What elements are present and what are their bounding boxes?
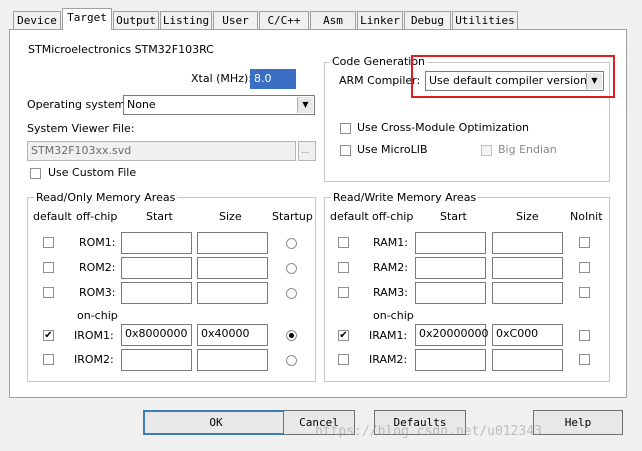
irom1-size-input[interactable]: 0x40000: [197, 324, 268, 346]
ro-header-default: default: [33, 210, 72, 223]
microlib-checkbox[interactable]: [340, 145, 351, 156]
device-name: STMicroelectronics STM32F103RC: [28, 43, 214, 56]
svd-input[interactable]: STM32F103xx.svd: [27, 141, 296, 161]
ok-button[interactable]: OK: [143, 410, 289, 435]
rom2-label: ROM2:: [79, 261, 116, 274]
microlib-label: Use MicroLIB: [357, 143, 428, 156]
os-label: Operating system:: [27, 98, 129, 111]
chevron-down-icon[interactable]: ▼: [297, 97, 313, 113]
irom2-startup-radio[interactable]: [286, 355, 297, 366]
cross-module-label: Use Cross-Module Optimization: [357, 121, 530, 134]
use-custom-file-label: Use Custom File: [48, 166, 137, 179]
rom1-size-input[interactable]: [197, 232, 268, 254]
ram2-start-input[interactable]: [415, 257, 486, 279]
tab-cc[interactable]: C/C++: [259, 11, 309, 29]
rw-onchip-label: on-chip: [373, 309, 414, 322]
iram1-default-checkbox[interactable]: ✔: [338, 330, 349, 341]
iram1-size-input[interactable]: 0xC000: [492, 324, 563, 346]
xtal-label: Xtal (MHz):: [191, 72, 252, 85]
rom3-startup-radio[interactable]: [286, 288, 297, 299]
rw-header-size: Size: [516, 210, 539, 223]
tab-user[interactable]: User: [213, 11, 258, 29]
ro-header-size: Size: [219, 210, 242, 223]
rom1-startup-radio[interactable]: [286, 238, 297, 249]
arm-compiler-label: ARM Compiler:: [339, 74, 421, 87]
tab-target[interactable]: Target: [62, 8, 112, 30]
ram1-start-input[interactable]: [415, 232, 486, 254]
ram3-label: RAM3:: [373, 286, 408, 299]
ram2-noinit-checkbox[interactable]: [579, 262, 590, 273]
rom1-label: ROM1:: [79, 236, 116, 249]
rom3-start-input[interactable]: [121, 282, 192, 304]
ro-memory-title: Read/Only Memory Areas: [34, 191, 178, 204]
watermark-text: https://blog.csdn.net/u012343: [315, 424, 542, 439]
rom2-size-input[interactable]: [197, 257, 268, 279]
ram2-label: RAM2:: [373, 261, 408, 274]
help-button[interactable]: Help: [533, 410, 623, 435]
ram1-noinit-checkbox[interactable]: [579, 237, 590, 248]
irom1-startup-radio[interactable]: [286, 330, 297, 341]
os-select-value: None: [127, 98, 156, 111]
svd-browse-button[interactable]: ...: [298, 141, 316, 161]
ram3-noinit-checkbox[interactable]: [579, 287, 590, 298]
tab-linker[interactable]: Linker: [357, 11, 403, 29]
svd-label: System Viewer File:: [27, 122, 135, 135]
tab-device[interactable]: Device: [13, 11, 61, 29]
irom1-default-checkbox[interactable]: ✔: [43, 330, 54, 341]
rw-header-default: default: [330, 210, 369, 223]
rom2-start-input[interactable]: [121, 257, 192, 279]
tab-output[interactable]: Output: [113, 11, 159, 29]
rom1-start-input[interactable]: [121, 232, 192, 254]
rom1-default-checkbox[interactable]: [43, 237, 54, 248]
tab-asm[interactable]: Asm: [310, 11, 356, 29]
rom2-default-checkbox[interactable]: [43, 262, 54, 273]
ro-header-offchip: off-chip: [76, 210, 118, 223]
ro-header-start: Start: [146, 210, 173, 223]
ram1-label: RAM1:: [373, 236, 408, 249]
ram2-size-input[interactable]: [492, 257, 563, 279]
ram3-default-checkbox[interactable]: [338, 287, 349, 298]
ram1-size-input[interactable]: [492, 232, 563, 254]
ram3-size-input[interactable]: [492, 282, 563, 304]
rw-memory-title: Read/Write Memory Areas: [331, 191, 479, 204]
irom2-size-input[interactable]: [197, 349, 268, 371]
iram2-size-input[interactable]: [492, 349, 563, 371]
ro-header-startup: Startup: [272, 210, 313, 223]
iram1-start-input[interactable]: 0x20000000: [415, 324, 489, 346]
ro-onchip-label: on-chip: [77, 309, 118, 322]
rw-header-noinit: NoInit: [570, 210, 603, 223]
rom3-default-checkbox[interactable]: [43, 287, 54, 298]
tab-listing[interactable]: Listing: [160, 11, 212, 29]
ram2-default-checkbox[interactable]: [338, 262, 349, 273]
compiler-highlight-box: [411, 55, 615, 98]
rom3-label: ROM3:: [79, 286, 116, 299]
iram2-default-checkbox[interactable]: [338, 354, 349, 365]
xtal-input[interactable]: 8.0: [250, 69, 296, 89]
iram1-label: IRAM1:: [369, 329, 408, 342]
iram2-label: IRAM2:: [369, 353, 408, 366]
ram1-default-checkbox[interactable]: [338, 237, 349, 248]
irom1-label: IROM1:: [74, 329, 114, 342]
tab-debug[interactable]: Debug: [404, 11, 451, 29]
irom1-start-input[interactable]: 0x8000000: [121, 324, 192, 346]
big-endian-label: Big Endian: [498, 143, 557, 156]
iram2-noinit-checkbox[interactable]: [579, 354, 590, 365]
big-endian-checkbox[interactable]: [481, 145, 492, 156]
tab-utilities[interactable]: Utilities: [452, 11, 518, 29]
irom2-label: IROM2:: [74, 353, 114, 366]
os-select[interactable]: None ▼: [123, 95, 315, 115]
rom3-size-input[interactable]: [197, 282, 268, 304]
cross-module-checkbox[interactable]: [340, 123, 351, 134]
iram1-noinit-checkbox[interactable]: [579, 330, 590, 341]
rom2-startup-radio[interactable]: [286, 263, 297, 274]
irom2-default-checkbox[interactable]: [43, 354, 54, 365]
rw-header-offchip: off-chip: [372, 210, 414, 223]
rw-header-start: Start: [440, 210, 467, 223]
ram3-start-input[interactable]: [415, 282, 486, 304]
use-custom-file-checkbox[interactable]: [30, 168, 41, 179]
iram2-start-input[interactable]: [415, 349, 486, 371]
irom2-start-input[interactable]: [121, 349, 192, 371]
